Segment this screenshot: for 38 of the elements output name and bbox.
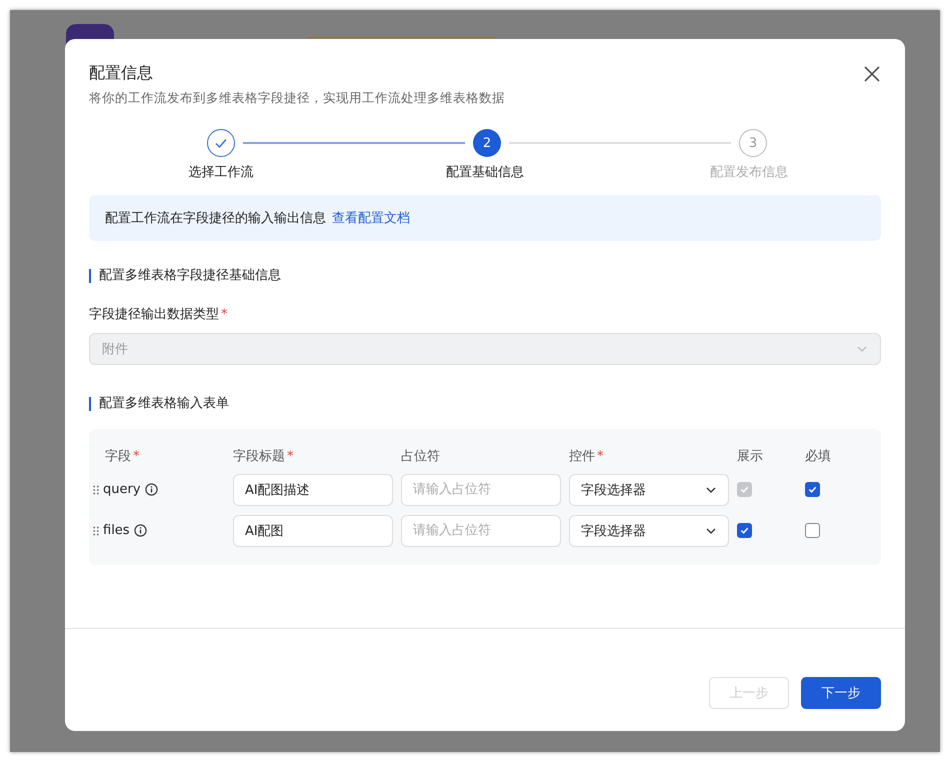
step-label: 配置基础信息 (446, 164, 524, 181)
title-input[interactable]: AI配图描述 (233, 474, 393, 506)
checkbox[interactable] (805, 523, 820, 538)
step-indicator: 2 (473, 129, 501, 157)
step-indicator: 3 (739, 129, 767, 157)
checkmark-icon (739, 484, 750, 495)
control-select[interactable]: 字段选择器 (569, 514, 729, 546)
checkmark-icon (739, 525, 750, 536)
checkbox[interactable] (737, 523, 752, 538)
info-icon[interactable] (144, 483, 158, 496)
section-heading: 配置多维表格输入表单 (89, 397, 881, 411)
field-name: files (103, 523, 130, 538)
section-heading: 配置多维表格字段捷径基础信息 (89, 269, 881, 283)
checkmark-icon (807, 484, 818, 495)
dialog-title: 配置信息 (89, 63, 153, 84)
column-header: 控件* (569, 448, 604, 465)
column-header: 占位符 (401, 448, 440, 465)
step-label: 配置发布信息 (710, 164, 788, 181)
field-label: 字段捷径输出数据类型* (89, 306, 228, 323)
checkbox[interactable] (805, 482, 820, 497)
placeholder-input[interactable]: 请输入占位符 (401, 514, 561, 546)
info-icon[interactable] (134, 524, 147, 537)
control-select[interactable]: 字段选择器 (569, 474, 729, 506)
field-name: query (103, 482, 141, 497)
column-header: 必填 (805, 448, 831, 465)
close-icon[interactable] (863, 64, 881, 82)
docs-link[interactable]: 查看配置文档 (332, 209, 410, 227)
column-header: 展示 (737, 448, 763, 465)
column-header: 字段标题* (233, 448, 294, 465)
column-header: 字段* (105, 448, 140, 465)
dialog-subtitle: 将你的工作流发布到多维表格字段捷径，实现用工作流处理多维表格数据 (89, 90, 506, 107)
step-label: 选择工作流 (188, 164, 254, 181)
title-input[interactable]: AI配图 (233, 514, 393, 546)
placeholder-input[interactable]: 请输入占位符 (401, 474, 561, 506)
next-button[interactable]: 下一步 (801, 677, 881, 709)
drag-handle-icon[interactable] (93, 526, 99, 536)
drag-handle-icon[interactable] (93, 484, 99, 494)
info-text: 配置工作流在字段捷径的输入输出信息 (105, 210, 326, 227)
